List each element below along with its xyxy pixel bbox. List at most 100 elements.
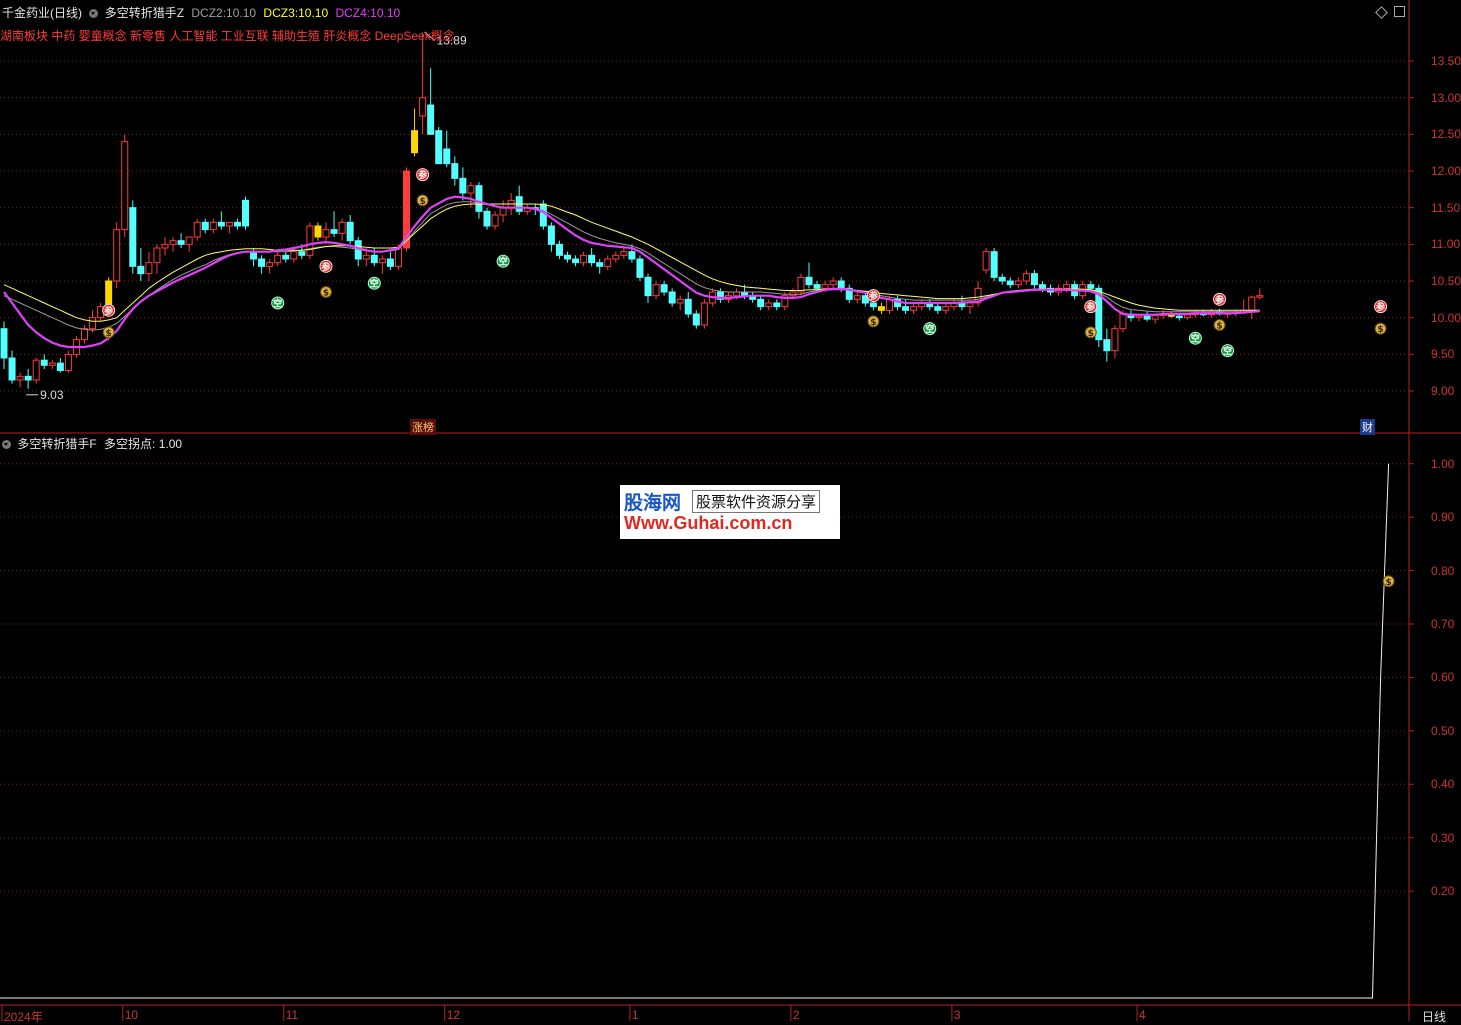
- candle-body: [282, 254, 290, 260]
- candle-body: [40, 359, 48, 366]
- zhang-badge[interactable]: 涨榜: [410, 419, 436, 435]
- candle-body: [137, 265, 145, 275]
- main-y-tick: 12.00: [1431, 164, 1461, 178]
- sell-signal-text: 空: [925, 323, 934, 335]
- candle-body: [539, 203, 547, 227]
- candle-body: [628, 251, 636, 260]
- main-y-tick: 11.50: [1431, 200, 1461, 215]
- sub-y-tick: 0.20: [1431, 884, 1455, 899]
- candle-body: [797, 276, 805, 293]
- sub-hold-text: $: [1385, 578, 1391, 588]
- main-y-tick: 13.50: [1431, 54, 1461, 68]
- candle-body: [1151, 314, 1159, 320]
- candle-body: [306, 225, 314, 256]
- main-y-tick: 10.50: [1431, 274, 1461, 288]
- period-label[interactable]: 日线: [1422, 1008, 1446, 1025]
- candle-body: [1022, 273, 1030, 282]
- candle-body: [105, 280, 113, 308]
- sub-y-tick: 0.90: [1431, 510, 1455, 525]
- candle-body: [113, 229, 121, 282]
- buy-signal-text: 参: [418, 169, 428, 181]
- collapse-icon[interactable]: [89, 9, 99, 18]
- candle-body: [877, 306, 885, 311]
- sub-y-tick: 0.30: [1431, 830, 1455, 845]
- candle-body: [459, 177, 467, 194]
- candle-body: [483, 210, 491, 227]
- candle-body: [700, 302, 708, 326]
- candle-body: [676, 298, 684, 304]
- x-tick-label: 11: [285, 1008, 299, 1022]
- candle-body: [853, 295, 861, 300]
- x-tick-label: 3: [953, 1008, 961, 1022]
- candle-body: [346, 221, 354, 242]
- dcz4-value: 10.10: [370, 6, 401, 20]
- candle-body: [1119, 313, 1127, 330]
- candle-body: [491, 214, 499, 227]
- candle-body: [338, 221, 346, 234]
- main-y-tick: 9.00: [1431, 384, 1455, 398]
- candle-body: [1030, 273, 1038, 286]
- hold-signal-text: $: [1216, 322, 1222, 332]
- candle-body: [153, 247, 161, 264]
- candle-body: [1103, 339, 1111, 352]
- candle-body: [998, 276, 1006, 282]
- candle-body: [966, 302, 974, 308]
- ma-main-line: [3, 195, 1260, 349]
- candle-body: [217, 221, 225, 227]
- candle-body: [652, 284, 660, 297]
- candle-body: [829, 280, 837, 286]
- candle-body: [1143, 315, 1151, 320]
- candle-body: [8, 357, 16, 381]
- candle-body: [1006, 280, 1014, 286]
- candle-body: [805, 276, 813, 286]
- candle-body: [233, 221, 241, 227]
- concept-tags[interactable]: 湖南板块 中药 婴童概念 新零售 人工智能 工业互联 辅助生殖 肝炎概念 Dee…: [0, 27, 455, 44]
- main-header: 千金药业(日线) 多空转折猎手Z DCZ2:10.10 DCZ3:10.10 D…: [2, 4, 400, 21]
- candle-body: [370, 254, 378, 264]
- hold-signal-text: $: [1088, 329, 1094, 339]
- candle-body: [193, 221, 201, 238]
- x-tick-label: 4: [1139, 1008, 1146, 1022]
- buy-signal-text: 参: [869, 290, 879, 302]
- stock-title: 千金药业(日线): [2, 6, 82, 20]
- hold-signal-text: $: [870, 318, 876, 328]
- sub-y-tick: 0.50: [1431, 723, 1455, 738]
- candle-body: [982, 251, 990, 271]
- indicator-name[interactable]: 多空转折猎手Z: [105, 6, 184, 20]
- x-tick-label: 10: [124, 1008, 139, 1022]
- candle-body: [1063, 284, 1071, 289]
- sell-signal-text: 空: [370, 278, 379, 290]
- sell-signal-text: 空: [499, 256, 508, 268]
- candle-body: [56, 362, 64, 371]
- sub-value-label: 多空拐点:: [104, 437, 156, 451]
- candle-body: [668, 291, 676, 304]
- cai-badge[interactable]: 财: [1360, 419, 1375, 435]
- hold-signal-text: $: [1377, 325, 1383, 335]
- x-tick-label: 2: [792, 1008, 800, 1022]
- x-tick-label: 2024年: [4, 1010, 43, 1024]
- sub-header: 多空转折猎手F 多空拐点: 1.00: [2, 435, 182, 452]
- candle-body: [620, 251, 628, 256]
- candle-body: [604, 258, 612, 267]
- watermark-url: Www.Guhai.com.cn: [624, 513, 793, 533]
- candle-body: [813, 284, 821, 289]
- watermark: 股海网 股票软件资源分享 Www.Guhai.com.cn: [620, 485, 840, 539]
- candle-body: [869, 302, 877, 308]
- candle-body: [821, 284, 829, 289]
- dcz3-label: DCZ3:: [263, 6, 299, 20]
- sell-signal-text: 空: [1223, 345, 1232, 357]
- buy-signal-text: 参: [1215, 294, 1225, 306]
- candle-body: [24, 375, 32, 381]
- maximize-icon[interactable]: [1394, 6, 1405, 17]
- sub-collapse-icon[interactable]: [2, 440, 11, 449]
- candle-body: [644, 276, 652, 297]
- candle-body: [572, 258, 580, 264]
- candle-body: [419, 97, 427, 117]
- watermark-brand: 股海网: [624, 493, 682, 514]
- sub-y-tick: 0.60: [1431, 670, 1455, 685]
- dcz2-value: 10.10: [226, 6, 257, 20]
- sub-y-tick: 0.70: [1431, 617, 1455, 631]
- main-y-tick: 10.00: [1431, 310, 1461, 325]
- sub-indicator-name[interactable]: 多空转折猎手F: [17, 437, 96, 451]
- hold-signal-text: $: [106, 329, 112, 339]
